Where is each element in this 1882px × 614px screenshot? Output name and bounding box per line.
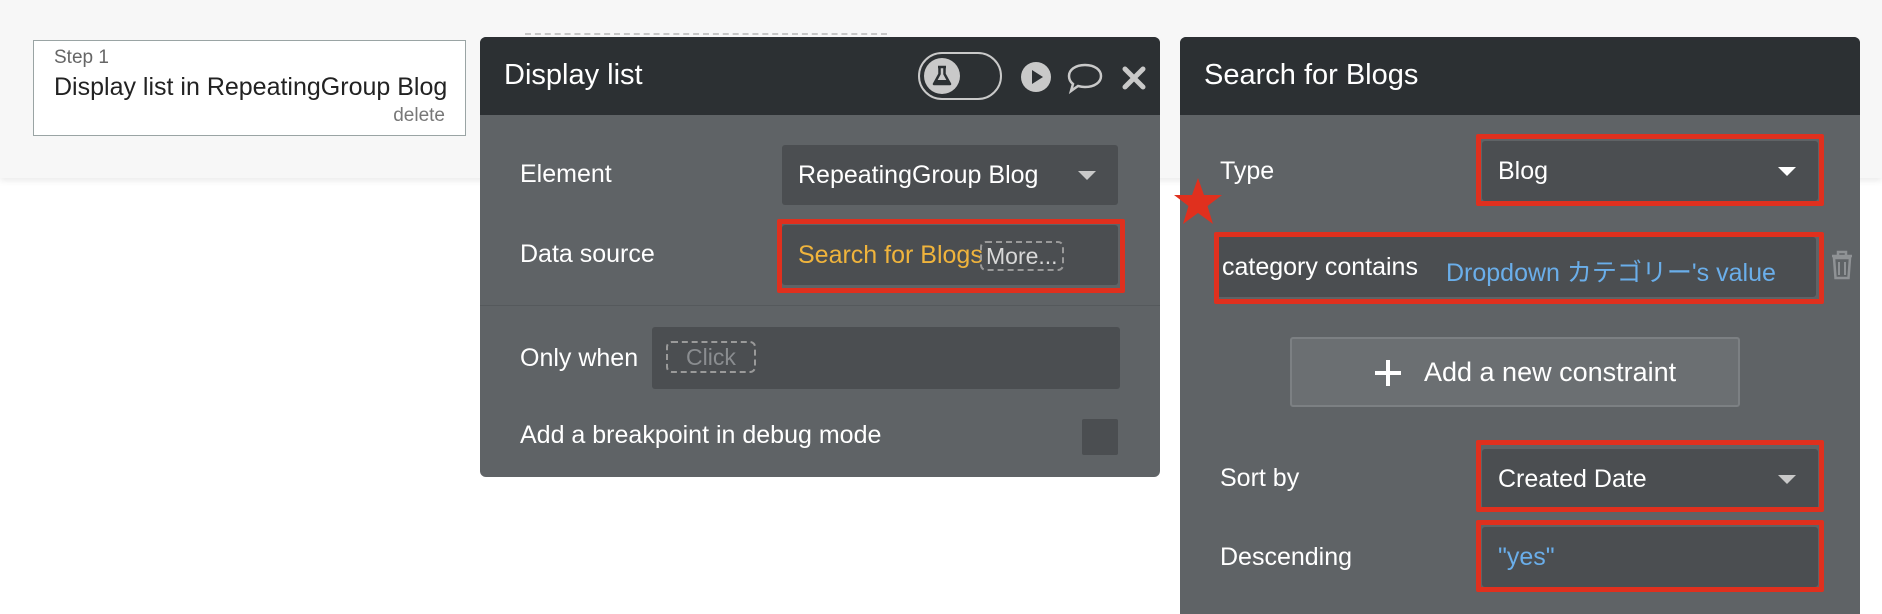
element-dropdown-value: RepeatingGroup Blog: [798, 161, 1039, 189]
sort-by-dropdown[interactable]: Created Date: [1482, 449, 1818, 509]
type-dropdown[interactable]: Blog: [1482, 141, 1818, 201]
breakpoint-checkbox[interactable]: [1082, 419, 1118, 455]
descending-label: Descending: [1220, 543, 1353, 571]
play-icon[interactable]: [1020, 61, 1052, 98]
element-dropdown[interactable]: RepeatingGroup Blog: [782, 145, 1118, 205]
chevron-down-icon: [1778, 167, 1796, 176]
descending-field[interactable]: "yes": [1482, 527, 1818, 587]
debug-flask-toggle-icon: [924, 58, 960, 94]
add-new-constraint-button[interactable]: Add a new constraint: [1290, 337, 1740, 407]
constraint-row[interactable]: category contains Dropdown カテゴリー's value: [1216, 237, 1816, 297]
comment-bubble-icon[interactable]: [1066, 61, 1104, 100]
constraint-value[interactable]: Dropdown カテゴリー's value: [1446, 253, 1776, 289]
element-label: Element: [520, 160, 612, 188]
sort-by-value: Created Date: [1498, 465, 1647, 493]
data-source-more-chip[interactable]: More...: [980, 241, 1064, 271]
step-number: Step 1: [54, 47, 109, 68]
workflow-step-card[interactable]: Step 1 Display list in RepeatingGroup Bl…: [33, 40, 466, 136]
only-when-field[interactable]: Click: [652, 327, 1120, 389]
sort-by-label: Sort by: [1220, 464, 1300, 492]
debug-toggle[interactable]: [918, 52, 1002, 100]
only-when-placeholder-chip[interactable]: Click: [666, 341, 756, 373]
trash-icon[interactable]: [1830, 249, 1854, 286]
search-panel-title: Search for Blogs: [1204, 59, 1419, 91]
chevron-down-icon: [1778, 475, 1796, 484]
data-source-expression[interactable]: Search for Blogs: [798, 241, 983, 270]
add-new-constraint-label: Add a new constraint: [1424, 357, 1677, 387]
star-icon: [1172, 176, 1224, 228]
step-delete-link[interactable]: delete: [393, 105, 445, 127]
descending-value[interactable]: "yes": [1498, 543, 1555, 572]
data-source-field[interactable]: Search for Blogs More...: [782, 225, 1118, 285]
only-when-label: Only when: [520, 344, 639, 372]
data-source-label: Data source: [520, 240, 655, 268]
close-icon[interactable]: [1120, 64, 1148, 97]
type-label: Type: [1220, 157, 1275, 185]
chevron-down-icon: [1078, 171, 1096, 180]
type-dropdown-value: Blog: [1498, 157, 1549, 185]
plus-icon: [1374, 359, 1402, 392]
search-panel-header: Search for Blogs: [1180, 37, 1860, 115]
display-list-header: Display list: [480, 37, 1160, 115]
constraint-key[interactable]: category contains: [1222, 253, 1418, 282]
search-for-blogs-panel: Search for Blogs Type Blog category cont…: [1180, 37, 1860, 614]
display-list-panel: Display list Element RepeatingGroup Blog…: [480, 37, 1160, 477]
drop-zone-indicator: [525, 33, 887, 35]
panel-divider: [480, 305, 1160, 306]
display-list-title: Display list: [504, 59, 643, 91]
breakpoint-label: Add a breakpoint in debug mode: [520, 421, 882, 449]
step-title: Display list in RepeatingGroup Blog: [54, 73, 448, 101]
